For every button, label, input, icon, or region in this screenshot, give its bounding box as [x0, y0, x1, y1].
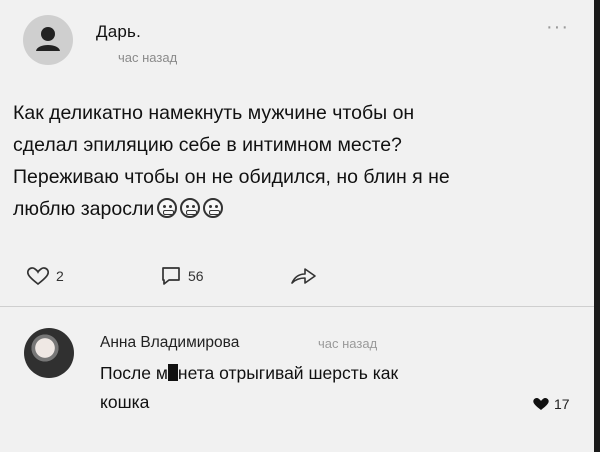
grimace-emoji-icon	[203, 198, 224, 218]
comment-line: кошка	[100, 392, 150, 412]
post-author-avatar[interactable]	[23, 15, 73, 65]
post-text-last: люблю заросли	[13, 198, 155, 220]
comment-like-count: 17	[554, 396, 570, 412]
grimace-emoji-icon	[180, 198, 201, 218]
post-text-line: сделал эпиляцию себе в интимном месте?	[13, 134, 402, 156]
comment-line: После м нета отрыгивай шерсть как	[100, 359, 530, 388]
post-text-line: люблю заросли	[13, 193, 583, 225]
comment-time: час назад	[318, 336, 378, 351]
user-icon	[36, 27, 60, 51]
comment-count: 56	[188, 268, 204, 284]
censor-bar	[167, 364, 178, 381]
post-text-line: Переживаю чтобы он не обидился, но блин …	[13, 166, 450, 188]
comment-like-button[interactable]: 17	[532, 396, 570, 412]
comment-icon	[162, 267, 180, 285]
comment-button[interactable]: 56	[160, 265, 204, 287]
more-icon[interactable]: ···	[546, 16, 569, 39]
screen-edge	[594, 0, 600, 452]
share-button[interactable]	[290, 265, 318, 287]
share-icon	[291, 268, 316, 284]
heart-filled-icon	[533, 397, 549, 410]
heart-icon	[26, 267, 50, 286]
post-author-name[interactable]: Дарь.	[96, 22, 141, 42]
like-button[interactable]: 2	[26, 265, 64, 287]
divider	[0, 306, 600, 307]
like-count: 2	[56, 268, 64, 284]
post-text: Как деликатно намекнуть мужчине чтобы он…	[13, 97, 583, 225]
comment-text: После м нета отрыгивай шерсть как кошка	[100, 359, 530, 417]
commenter-name[interactable]: Анна Владимирова	[100, 334, 239, 352]
post-text-line: Как деликатно намекнуть мужчине чтобы он	[13, 102, 415, 124]
post-time: час назад	[118, 50, 178, 65]
comment-text-part: После м	[100, 363, 168, 383]
grimace-emoji-icon	[157, 198, 178, 218]
comment-text-part: нета отрыгивай шерсть как	[177, 363, 399, 383]
commenter-avatar[interactable]	[24, 328, 74, 378]
